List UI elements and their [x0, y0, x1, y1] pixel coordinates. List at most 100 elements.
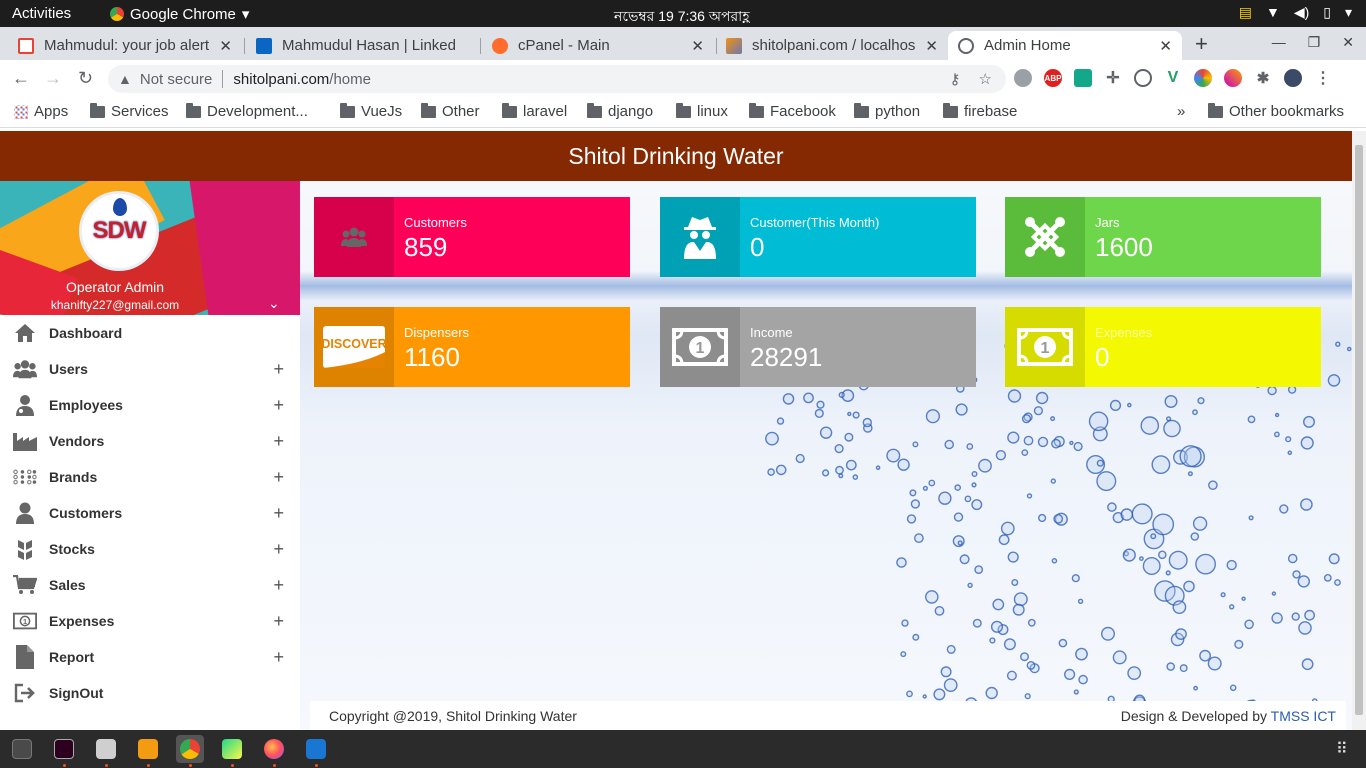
- running-indicator: [147, 764, 150, 767]
- star-icon[interactable]: ☆: [979, 70, 992, 88]
- bubble: [1247, 415, 1256, 424]
- tab-gmail[interactable]: Mahmudul: your job alert ✕: [8, 31, 242, 60]
- adblock-icon[interactable]: ABP: [1044, 69, 1062, 87]
- stat-card-customers[interactable]: Customers 859: [314, 197, 630, 277]
- users-icon: [314, 197, 394, 277]
- expand-plus-icon[interactable]: +: [273, 359, 284, 380]
- vue-devtools-icon[interactable]: V: [1164, 69, 1182, 87]
- bookmark-apps[interactable]: Apps: [14, 103, 68, 120]
- pycharm-icon[interactable]: [222, 739, 242, 759]
- bubble: [943, 678, 958, 692]
- close-icon[interactable]: ✕: [219, 37, 232, 55]
- bookmarks-bar: Apps Services Development... VueJs Other…: [0, 97, 1366, 128]
- expand-plus-icon[interactable]: +: [273, 467, 284, 488]
- stat-card-income[interactable]: 1 Income 28291: [660, 307, 976, 387]
- mail-extension-icon[interactable]: [1074, 69, 1092, 87]
- forward-button[interactable]: →: [44, 68, 62, 89]
- bookmark-folder[interactable]: firebase: [943, 102, 1017, 120]
- files-icon[interactable]: [96, 739, 116, 759]
- bookmark-folder[interactable]: Other: [421, 102, 480, 120]
- sidebar-item-signout[interactable]: SignOut: [0, 675, 300, 711]
- bubble: [1346, 346, 1352, 352]
- sidebar-item-users[interactable]: Users +: [0, 351, 300, 387]
- bookmark-folder[interactable]: Development...: [186, 102, 308, 120]
- text-editor-icon[interactable]: [306, 739, 326, 759]
- sidebar-item-stocks[interactable]: Stocks +: [0, 531, 300, 567]
- reload-button[interactable]: ↻: [78, 68, 93, 89]
- pen-extension-icon[interactable]: [1224, 69, 1242, 87]
- bookmark-folder[interactable]: Services: [90, 102, 169, 120]
- close-icon[interactable]: ✕: [1159, 37, 1172, 55]
- tab-admin-home[interactable]: Admin Home ✕: [948, 31, 1182, 60]
- credit-link[interactable]: TMSS ICT: [1271, 708, 1336, 724]
- stat-card-jars[interactable]: Jars 1600: [1005, 197, 1321, 277]
- expand-plus-icon[interactable]: +: [273, 431, 284, 452]
- stat-card-expenses[interactable]: 1 Expenses 0: [1005, 307, 1321, 387]
- expand-plus-icon[interactable]: +: [273, 611, 284, 632]
- close-icon[interactable]: ✕: [925, 37, 938, 55]
- security-label[interactable]: Not secure: [140, 71, 213, 88]
- bookmark-folder[interactable]: laravel: [502, 102, 567, 120]
- sidebar-item-expenses[interactable]: 1 Expenses +: [0, 603, 300, 639]
- sidebar-item-customers[interactable]: Customers +: [0, 495, 300, 531]
- show-apps-grid-icon[interactable]: ⠿: [1336, 739, 1356, 759]
- firefox-icon[interactable]: [264, 739, 284, 759]
- key-icon[interactable]: ⚷: [950, 70, 961, 88]
- terminal-icon[interactable]: [12, 739, 32, 759]
- back-button[interactable]: ←: [12, 68, 30, 89]
- bookmark-folder[interactable]: python: [854, 102, 920, 120]
- maximize-button[interactable]: ❐: [1308, 34, 1321, 51]
- page-scrollbar[interactable]: [1352, 131, 1366, 730]
- address-bar[interactable]: ▲ Not secure shitolpani.com/home ⚷ ☆: [108, 65, 1006, 93]
- activities-button[interactable]: Activities: [12, 5, 71, 22]
- sidebar-item-dashboard[interactable]: Dashboard: [0, 315, 300, 351]
- system-tray[interactable]: ▤ ▼ ◀) ▯ ▾: [1239, 4, 1352, 21]
- bubble: [922, 694, 927, 699]
- stat-card-dispensers[interactable]: DISCOVER Dispensers 1160: [314, 307, 630, 387]
- bookmarks-overflow[interactable]: »: [1177, 103, 1185, 120]
- devtools-extension-icon[interactable]: [1134, 69, 1152, 87]
- tab-linkedin[interactable]: Mahmudul Hasan | Linked: [246, 31, 478, 60]
- sidebar-item-report[interactable]: Report +: [0, 639, 300, 675]
- chrome-icon[interactable]: [180, 739, 200, 759]
- sidebar-item-vendors[interactable]: Vendors +: [0, 423, 300, 459]
- sidebar-item-sales[interactable]: Sales +: [0, 567, 300, 603]
- scrollbar-thumb[interactable]: [1355, 145, 1363, 715]
- expand-plus-icon[interactable]: +: [273, 395, 284, 416]
- stat-label: Dispensers: [404, 325, 470, 340]
- terminal-icon[interactable]: [54, 739, 74, 759]
- sublime-text-icon[interactable]: [138, 739, 158, 759]
- camera-icon[interactable]: [1014, 69, 1032, 87]
- new-tab-button[interactable]: +: [1195, 31, 1208, 57]
- other-bookmarks[interactable]: Other bookmarks: [1208, 102, 1344, 120]
- stat-card-customer-this-month[interactable]: Customer(This Month) 0: [660, 197, 976, 277]
- bookmark-folder[interactable]: linux: [676, 102, 728, 120]
- bookmark-folder[interactable]: Facebook: [749, 102, 836, 120]
- sidebar-item-brands[interactable]: Brands +: [0, 459, 300, 495]
- cubes-icon: [13, 538, 37, 560]
- menu-dots-icon[interactable]: ⋮: [1314, 69, 1332, 87]
- puzzle-icon[interactable]: ✱: [1254, 69, 1272, 87]
- clock[interactable]: নভেম্বর 19 7:36 অপরাহ্ণ: [614, 5, 750, 29]
- color-picker-icon[interactable]: [1194, 69, 1212, 87]
- app-menu[interactable]: Google Chrome ▾: [110, 5, 249, 23]
- expand-plus-icon[interactable]: +: [273, 575, 284, 596]
- expand-plus-icon[interactable]: +: [273, 647, 284, 668]
- tab-phpmyadmin[interactable]: shitolpani.com / localhos ✕: [716, 31, 948, 60]
- joomla-icon: [1005, 197, 1085, 277]
- chevron-down-icon[interactable]: ⌄: [268, 295, 280, 312]
- move-icon[interactable]: ✛: [1104, 69, 1122, 87]
- bookmark-folder[interactable]: VueJs: [340, 102, 402, 120]
- url-text[interactable]: shitolpani.com/home: [233, 71, 371, 88]
- close-window-button[interactable]: ✕: [1342, 34, 1354, 51]
- close-icon[interactable]: ✕: [691, 37, 704, 55]
- bubble: [862, 417, 872, 428]
- warning-icon[interactable]: ▲: [118, 71, 132, 87]
- tab-cpanel[interactable]: cPanel - Main ✕: [482, 31, 714, 60]
- minimize-button[interactable]: —: [1272, 34, 1286, 51]
- expand-plus-icon[interactable]: +: [273, 539, 284, 560]
- sidebar-item-employees[interactable]: Employees +: [0, 387, 300, 423]
- bookmark-folder[interactable]: django: [587, 102, 653, 120]
- profile-avatar[interactable]: [1284, 69, 1302, 87]
- expand-plus-icon[interactable]: +: [273, 503, 284, 524]
